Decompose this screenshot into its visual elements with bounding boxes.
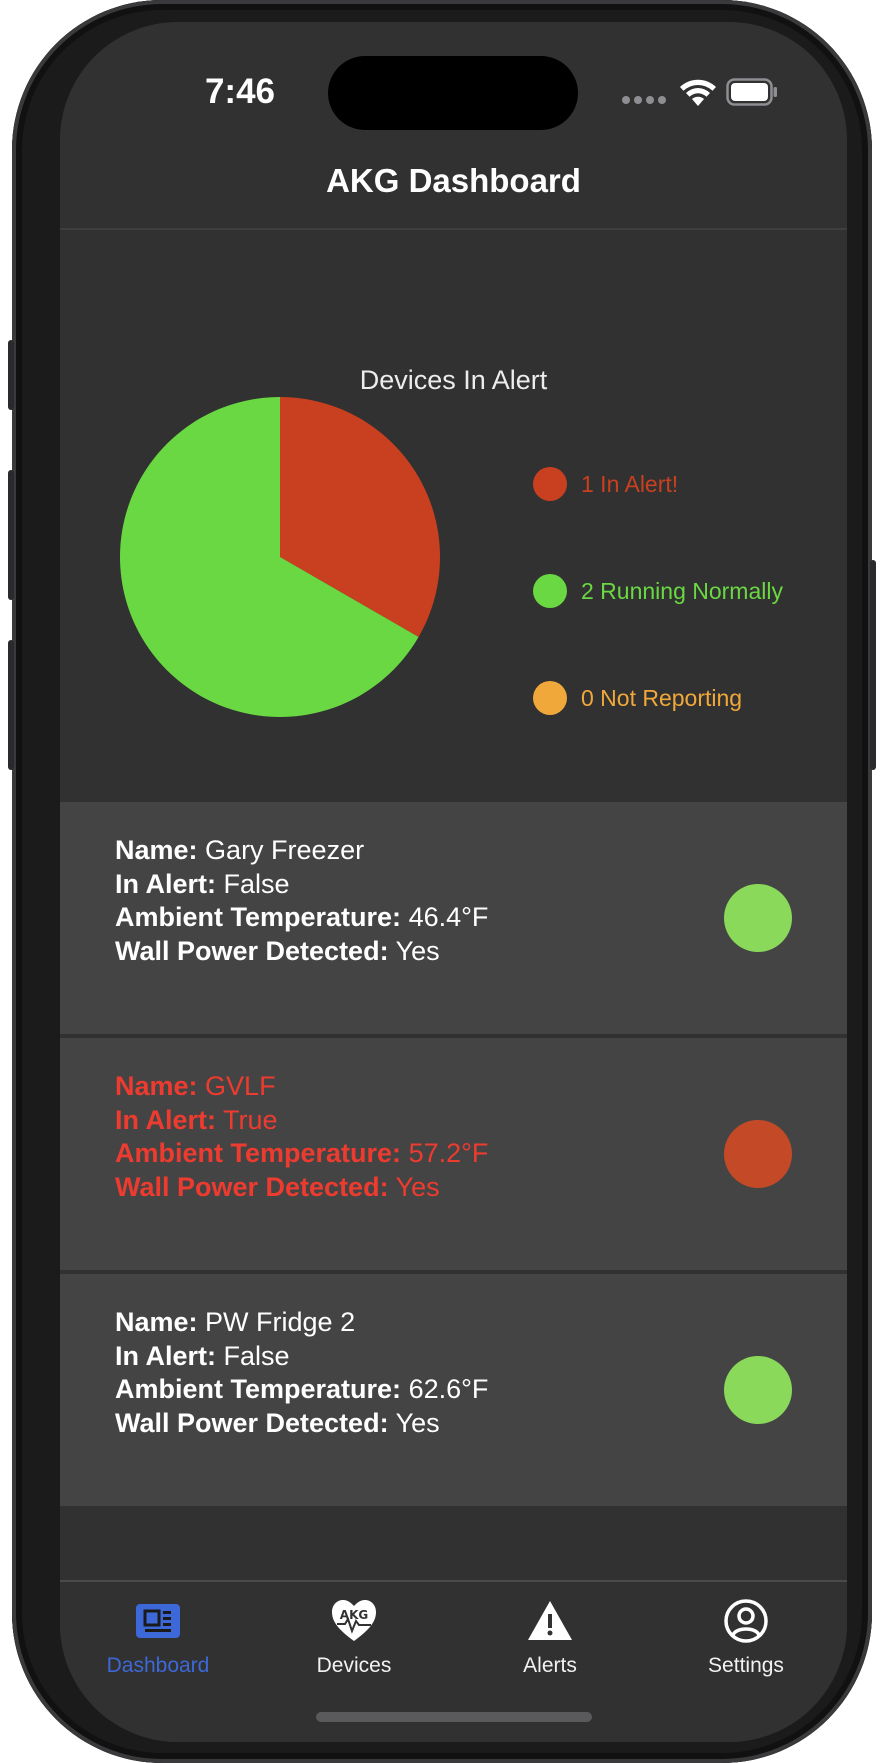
nav-divider bbox=[60, 228, 847, 230]
status-time: 7:46 bbox=[204, 72, 276, 111]
field-value: Yes bbox=[395, 1171, 440, 1202]
device-status-dot bbox=[724, 1120, 792, 1188]
field-value: 57.2°F bbox=[408, 1138, 489, 1168]
tab-label: Settings bbox=[708, 1654, 784, 1677]
field-label: Ambient Temperature: bbox=[115, 1374, 402, 1404]
field-label: Ambient Temperature: bbox=[115, 1138, 402, 1168]
tab-label: Dashboard bbox=[106, 1654, 210, 1677]
warning-icon bbox=[528, 1601, 572, 1640]
field-value: Yes bbox=[395, 1407, 440, 1438]
device-field-name: Name: Gary Freezer bbox=[115, 834, 488, 868]
field-value: Yes bbox=[395, 935, 440, 966]
device-details: Name: GVLF In Alert: True Ambient Temperat… bbox=[115, 1070, 488, 1204]
field-label: In Alert: bbox=[115, 1104, 216, 1135]
tab-label: Alerts bbox=[523, 1654, 577, 1677]
device-card[interactable]: Name: PW Fridge 2 In Alert: False Ambient … bbox=[60, 1274, 847, 1506]
device-field-ambient-temperature: Ambient Temperature: 46.4°F bbox=[115, 901, 488, 935]
legend-label: 0 Not Reporting bbox=[581, 684, 743, 711]
page-title: AKG Dashboard bbox=[326, 162, 581, 199]
field-value: True bbox=[223, 1104, 278, 1135]
field-label: Name: bbox=[115, 835, 198, 865]
field-label: Wall Power Detected: bbox=[115, 1407, 389, 1438]
field-value: Gary Freezer bbox=[205, 835, 365, 865]
volume-down-button bbox=[8, 640, 14, 770]
action-button bbox=[8, 340, 14, 410]
phone-frame: 7:46 AKG Dashboard Devices In Alert 1 In… bbox=[8, 0, 876, 1763]
field-value: 46.4°F bbox=[408, 902, 489, 932]
screen: 7:46 AKG Dashboard Devices In Alert 1 In… bbox=[60, 22, 847, 1742]
legend-label: 1 In Alert! bbox=[581, 470, 679, 497]
svg-text:AKG: AKG bbox=[340, 1608, 368, 1622]
field-label: Wall Power Detected: bbox=[115, 1171, 389, 1202]
wifi-icon bbox=[680, 79, 716, 106]
field-value: False bbox=[223, 868, 290, 899]
field-label: Name: bbox=[115, 1307, 198, 1337]
devices-pie-chart bbox=[120, 397, 440, 717]
device-field-ambient-temperature: Ambient Temperature: 62.6°F bbox=[115, 1373, 488, 1407]
legend-dot bbox=[533, 681, 567, 715]
field-label: In Alert: bbox=[115, 868, 216, 899]
field-label: Name: bbox=[115, 1071, 198, 1101]
device-field-ambient-temperature: Ambient Temperature: 57.2°F bbox=[115, 1137, 488, 1171]
field-value: 62.6°F bbox=[408, 1374, 489, 1404]
tab-dashboard[interactable]: Dashboard bbox=[60, 1582, 256, 1732]
battery-icon bbox=[726, 78, 777, 106]
tab-devices[interactable]: AKG Devices bbox=[256, 1582, 452, 1732]
home-indicator bbox=[316, 1712, 592, 1722]
field-value: PW Fridge 2 bbox=[205, 1307, 356, 1337]
field-label: Ambient Temperature: bbox=[115, 902, 402, 932]
legend-item: 1 In Alert! bbox=[533, 467, 678, 501]
device-field-in-alert: In Alert: False bbox=[115, 1340, 488, 1374]
power-button bbox=[870, 560, 876, 770]
legend-dot bbox=[533, 574, 567, 608]
dynamic-island bbox=[328, 56, 578, 130]
device-card[interactable]: Name: GVLF In Alert: True Ambient Temperat… bbox=[60, 1038, 847, 1270]
field-label: In Alert: bbox=[115, 1340, 216, 1371]
dashboard-icon bbox=[136, 1604, 180, 1638]
tab-label: Devices bbox=[316, 1654, 392, 1677]
device-field-wall-power: Wall Power Detected: Yes bbox=[115, 935, 488, 969]
device-field-wall-power: Wall Power Detected: Yes bbox=[115, 1171, 488, 1205]
device-status-dot bbox=[724, 884, 792, 952]
field-label: Wall Power Detected: bbox=[115, 935, 389, 966]
user-circle-icon bbox=[724, 1599, 768, 1643]
device-status-dot bbox=[724, 1356, 792, 1424]
device-field-wall-power: Wall Power Detected: Yes bbox=[115, 1407, 488, 1441]
legend-label: 2 Running Normally bbox=[581, 577, 783, 604]
device-field-in-alert: In Alert: True bbox=[115, 1104, 488, 1138]
tab-alerts[interactable]: Alerts bbox=[452, 1582, 648, 1732]
legend-item: 2 Running Normally bbox=[533, 574, 783, 608]
legend-dot bbox=[533, 467, 567, 501]
akg-heart-icon: AKG bbox=[332, 1600, 376, 1641]
device-details: Name: PW Fridge 2 In Alert: False Ambient … bbox=[115, 1306, 488, 1440]
volume-up-button bbox=[8, 470, 14, 600]
device-card[interactable]: Name: Gary Freezer In Alert: False Ambient… bbox=[60, 802, 847, 1034]
device-field-name: Name: PW Fridge 2 bbox=[115, 1306, 488, 1340]
tab-settings[interactable]: Settings bbox=[648, 1582, 844, 1732]
cellular-signal-icon bbox=[622, 96, 666, 104]
device-details: Name: Gary Freezer In Alert: False Ambient… bbox=[115, 834, 488, 968]
field-value: False bbox=[223, 1340, 290, 1371]
legend-item: 0 Not Reporting bbox=[533, 681, 742, 715]
field-value: GVLF bbox=[205, 1071, 276, 1101]
device-field-in-alert: In Alert: False bbox=[115, 868, 488, 902]
device-field-name: Name: GVLF bbox=[115, 1070, 488, 1104]
